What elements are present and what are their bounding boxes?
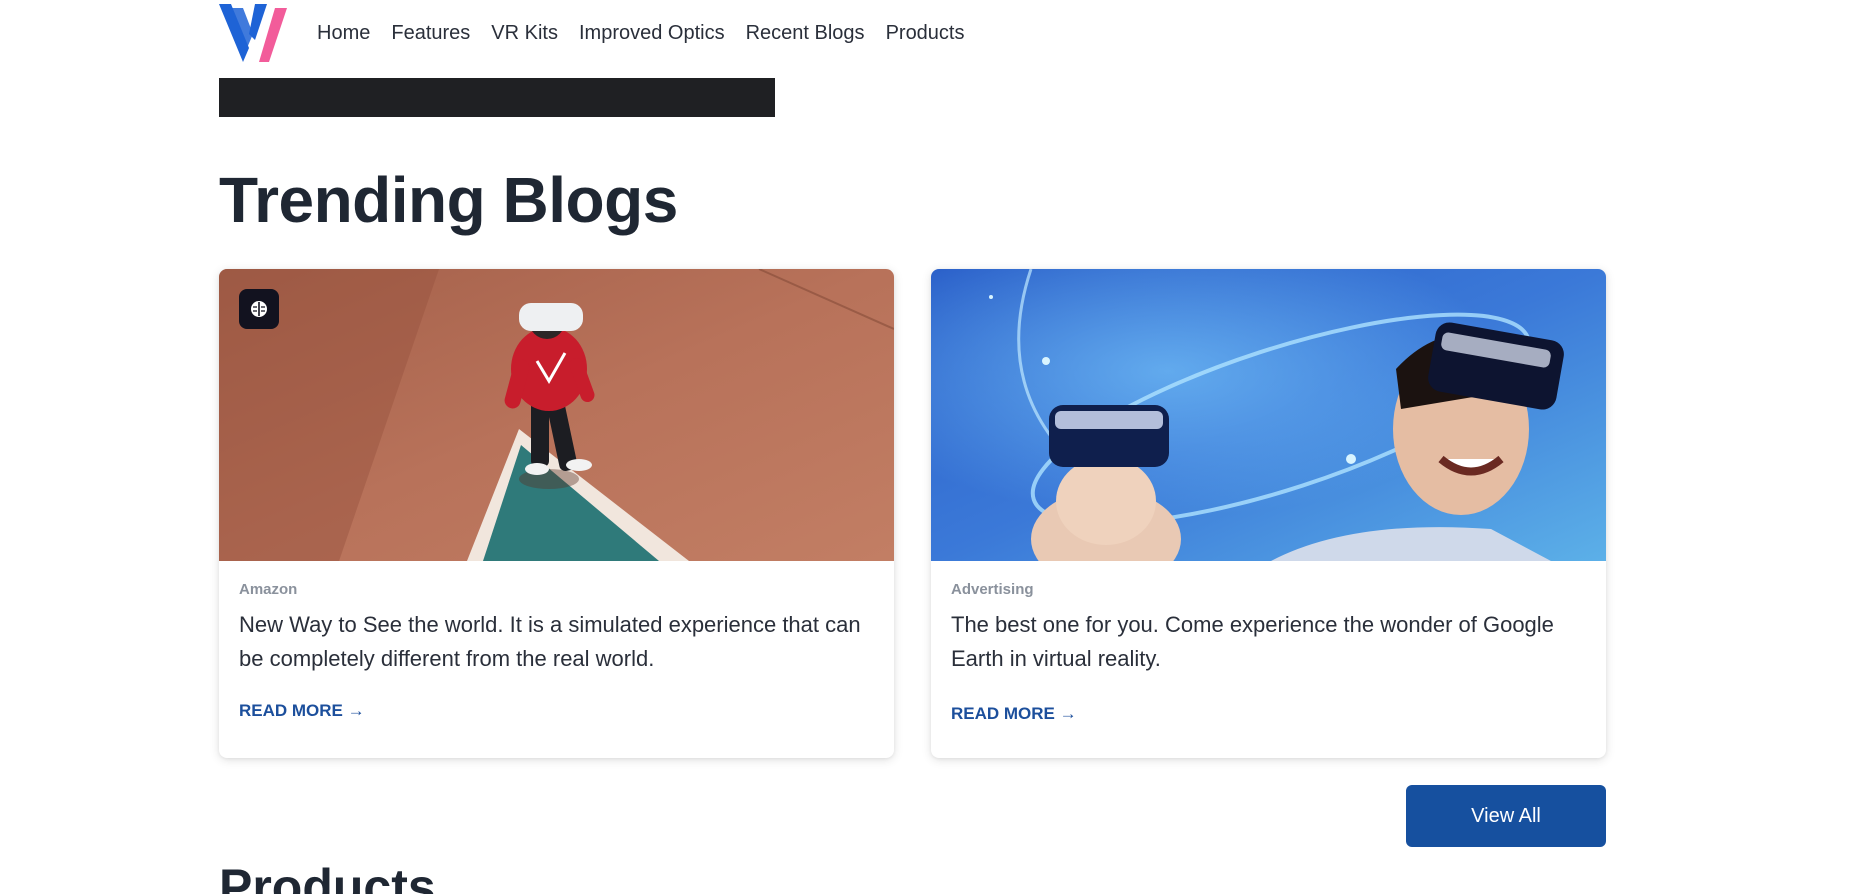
blog-card-title: The best one for you. Come experience th… [951, 612, 1554, 671]
trending-blogs-heading: Trending Blogs [219, 164, 678, 236]
top-navigation: Home Features VR Kits Improved Optics Re… [219, 4, 986, 62]
blog-card[interactable]: Advertising The best one for you. Come e… [931, 269, 1606, 758]
nav-link-vr-kits[interactable]: VR Kits [491, 4, 558, 62]
blog-card-category: Advertising [951, 581, 1034, 598]
view-all-button[interactable]: View All [1406, 785, 1606, 847]
nav-link-products[interactable]: Products [886, 4, 965, 62]
read-more-link[interactable]: READ MORE → [239, 701, 365, 721]
nav-link-recent-blogs[interactable]: Recent Blogs [746, 4, 865, 62]
banner-strip [219, 78, 775, 117]
blog-card-image [219, 269, 894, 561]
read-more-link[interactable]: READ MORE → [951, 704, 1077, 724]
brain-icon [239, 289, 279, 329]
nav-link-features[interactable]: Features [391, 4, 470, 62]
blog-card[interactable]: Amazon New Way to See the world. It is a… [219, 269, 894, 758]
nav-links: Home Features VR Kits Improved Optics Re… [317, 4, 986, 62]
blog-card-title: New Way to See the world. It is a simula… [239, 612, 861, 671]
brand-logo[interactable] [219, 4, 287, 62]
products-heading: Products [219, 859, 436, 894]
blog-card-category: Amazon [239, 581, 298, 598]
nav-link-home[interactable]: Home [317, 4, 370, 62]
blog-card-image [931, 269, 1606, 561]
nav-link-improved-optics[interactable]: Improved Optics [579, 4, 725, 62]
